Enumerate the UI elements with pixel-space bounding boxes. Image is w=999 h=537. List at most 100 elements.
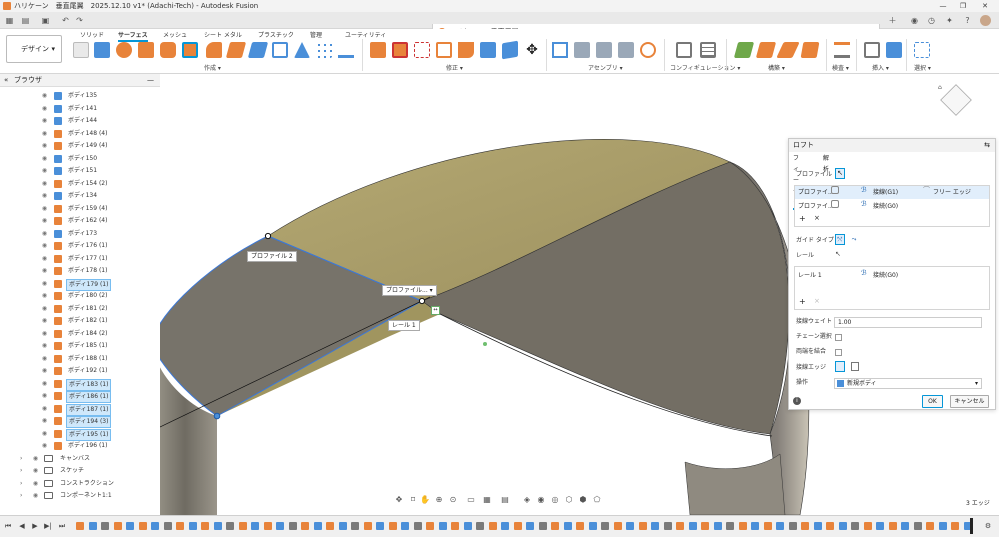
timeline-feature-icon[interactable] — [951, 522, 959, 530]
maximize-button[interactable]: ❐ — [955, 0, 971, 12]
delete-face-icon[interactable] — [392, 42, 408, 58]
rail-1-label[interactable]: レール 1 — [388, 320, 420, 331]
workspace-switcher[interactable]: デザイン ▾ — [6, 35, 62, 63]
visibility-eye-icon[interactable]: ◉ — [40, 417, 49, 424]
tangent-weight-input[interactable]: 1.00 — [834, 317, 982, 328]
scissors-icon[interactable] — [414, 42, 430, 58]
visibility-eye-icon[interactable]: ◉ — [40, 105, 49, 112]
select-rail-cursor-icon[interactable]: ↖ — [835, 250, 841, 258]
browser-folder-row[interactable]: › ◉ コンポーネント1:1 — [0, 490, 160, 502]
offset-plane-icon[interactable] — [733, 42, 755, 58]
timeline-feature-icon[interactable] — [788, 522, 797, 530]
cancel-button[interactable]: キャンセル — [950, 395, 989, 408]
timeline-feature-icon[interactable] — [738, 522, 747, 530]
revolve-icon[interactable] — [116, 42, 132, 58]
tab-sheet-metal[interactable]: シート メタル — [204, 30, 242, 39]
visibility-eye-icon[interactable]: ◉ — [40, 442, 49, 449]
tangent-plane-icon[interactable] — [776, 42, 800, 58]
timeline-feature-icon[interactable] — [538, 522, 547, 530]
pan-icon[interactable]: ✋ — [420, 495, 430, 505]
browser-body-row[interactable]: ◉ ボディ196 (1) — [0, 440, 160, 452]
extrude-icon[interactable] — [94, 42, 110, 58]
timeline-feature-icon[interactable] — [188, 522, 197, 530]
timeline-feature-icon[interactable] — [376, 522, 384, 530]
group-modify-label[interactable]: 修正 ▾ — [446, 63, 463, 72]
visibility-eye-icon[interactable]: ◉ — [40, 242, 49, 249]
timeline-feature-icon[interactable] — [851, 522, 859, 530]
visual-style-icon[interactable]: ◈ — [522, 495, 532, 505]
look-at-icon[interactable]: ⌑ — [408, 495, 418, 505]
timeline-feature-icon[interactable] — [701, 522, 709, 530]
joint-icon[interactable] — [574, 42, 590, 58]
browser-body-row[interactable]: ◉ ボディ185 (1) — [0, 340, 160, 352]
continuity-value[interactable]: 接続(G0) — [873, 200, 898, 213]
browser-body-row[interactable]: ◉ ボディ194 (3) — [0, 415, 160, 428]
browser-body-row[interactable]: ◉ ボディ176 (1) — [0, 240, 160, 252]
browser-folder-row[interactable]: › ◉ コンストラクション — [0, 478, 160, 490]
zoom-icon[interactable]: ⊕ — [434, 495, 444, 505]
group-create-label[interactable]: 作成 ▾ — [204, 63, 221, 72]
camera-icon[interactable]: ⬢ — [578, 495, 588, 505]
group-assemble-label[interactable]: アセンブリ ▾ — [588, 63, 623, 72]
browser-body-row[interactable]: ◉ ボディ141 — [0, 103, 160, 115]
visibility-eye-icon[interactable]: ◉ — [40, 130, 49, 137]
visibility-eye-icon[interactable]: ◉ — [40, 430, 49, 437]
browser-folder-row[interactable]: › ◉ キャンバス — [0, 453, 160, 465]
timeline-feature-icon[interactable] — [426, 522, 434, 530]
undo-icon[interactable]: ↶ — [60, 15, 71, 26]
tab-surface[interactable]: サーフェス — [118, 30, 148, 42]
visibility-eye-icon[interactable]: ◉ — [40, 180, 49, 187]
browser-body-row[interactable]: ◉ ボディ151 — [0, 165, 160, 177]
tab-solid[interactable]: ソリッド — [80, 30, 104, 39]
timeline-feature-icon[interactable] — [551, 522, 559, 530]
timeline-feature-icon[interactable] — [351, 522, 359, 530]
file-menu-icon[interactable]: ▤ — [20, 15, 31, 26]
ok-button[interactable]: OK — [922, 395, 943, 408]
patch-icon[interactable] — [182, 42, 198, 58]
redo-icon[interactable]: ↷ — [74, 15, 85, 26]
visibility-eye-icon[interactable]: ◉ — [40, 217, 49, 224]
timeline-feature-icon[interactable] — [501, 522, 509, 530]
timeline-feature-icon[interactable] — [776, 522, 784, 530]
add-profile-icon[interactable]: + — [799, 214, 806, 223]
viewports-icon[interactable]: ▤ — [500, 495, 510, 505]
visibility-eye-icon[interactable]: ◉ — [40, 355, 49, 362]
browser-body-row[interactable]: ◉ ボディ154 (2) — [0, 178, 160, 190]
visibility-eye-icon[interactable]: ◉ — [40, 380, 49, 387]
timeline-feature-icon[interactable] — [526, 522, 534, 530]
timeline-feature-icon[interactable] — [888, 522, 897, 530]
visibility-eye-icon[interactable]: ◉ — [31, 480, 40, 487]
profile-row[interactable]: プロファイ... ℬ 接線(G1) ⌒ フリー エッジ — [795, 186, 989, 199]
group-select-label[interactable]: 選択 ▾ — [914, 63, 931, 72]
extend-icon[interactable] — [436, 42, 452, 58]
reverse-normal-icon[interactable] — [502, 40, 518, 60]
play-icon[interactable]: ▶ — [30, 521, 40, 531]
visibility-eye-icon[interactable]: ◉ — [31, 455, 40, 462]
timeline-feature-icon[interactable] — [663, 522, 672, 530]
timeline-feature-icon[interactable] — [763, 522, 772, 530]
rail-continuity-value[interactable]: 接続(G0) — [873, 269, 898, 282]
step-forward-icon[interactable]: ▶| — [43, 521, 53, 531]
expand-icon[interactable]: ⇆ — [984, 139, 990, 152]
browser-body-row[interactable]: ◉ ボディ149 (4) — [0, 140, 160, 152]
new-component-icon[interactable] — [552, 42, 568, 58]
new-sketch-icon[interactable] — [73, 42, 89, 58]
midplane-icon[interactable] — [800, 42, 820, 58]
browser-body-row[interactable]: ◉ ボディ186 (1) — [0, 390, 160, 403]
display-settings-icon[interactable]: ▭ — [466, 495, 476, 505]
profile-2-label[interactable]: プロファイル 2 — [247, 251, 297, 262]
notifications-icon[interactable]: ✦ — [944, 15, 955, 26]
ruled-icon[interactable] — [206, 42, 222, 58]
visibility-eye-icon[interactable]: ◉ — [40, 292, 49, 299]
collapse-icon[interactable]: « — [4, 74, 8, 87]
timeline-feature-icon[interactable] — [476, 522, 484, 530]
timeline-feature-icon[interactable] — [513, 522, 522, 530]
grid-settings-icon[interactable]: ▦ — [482, 495, 492, 505]
browser-body-row[interactable]: ◉ ボディ179 (1) — [0, 278, 160, 291]
browser-body-row[interactable]: ◉ ボディ144 — [0, 115, 160, 127]
profile-row[interactable]: プロファイ... ℬ 接続(G0) — [795, 200, 989, 213]
orbit-icon[interactable]: ✥ — [394, 495, 404, 505]
timeline-feature-icon[interactable] — [901, 522, 909, 530]
chain-select-checkbox[interactable] — [835, 334, 842, 341]
timeline-feature-icon[interactable] — [863, 522, 872, 530]
